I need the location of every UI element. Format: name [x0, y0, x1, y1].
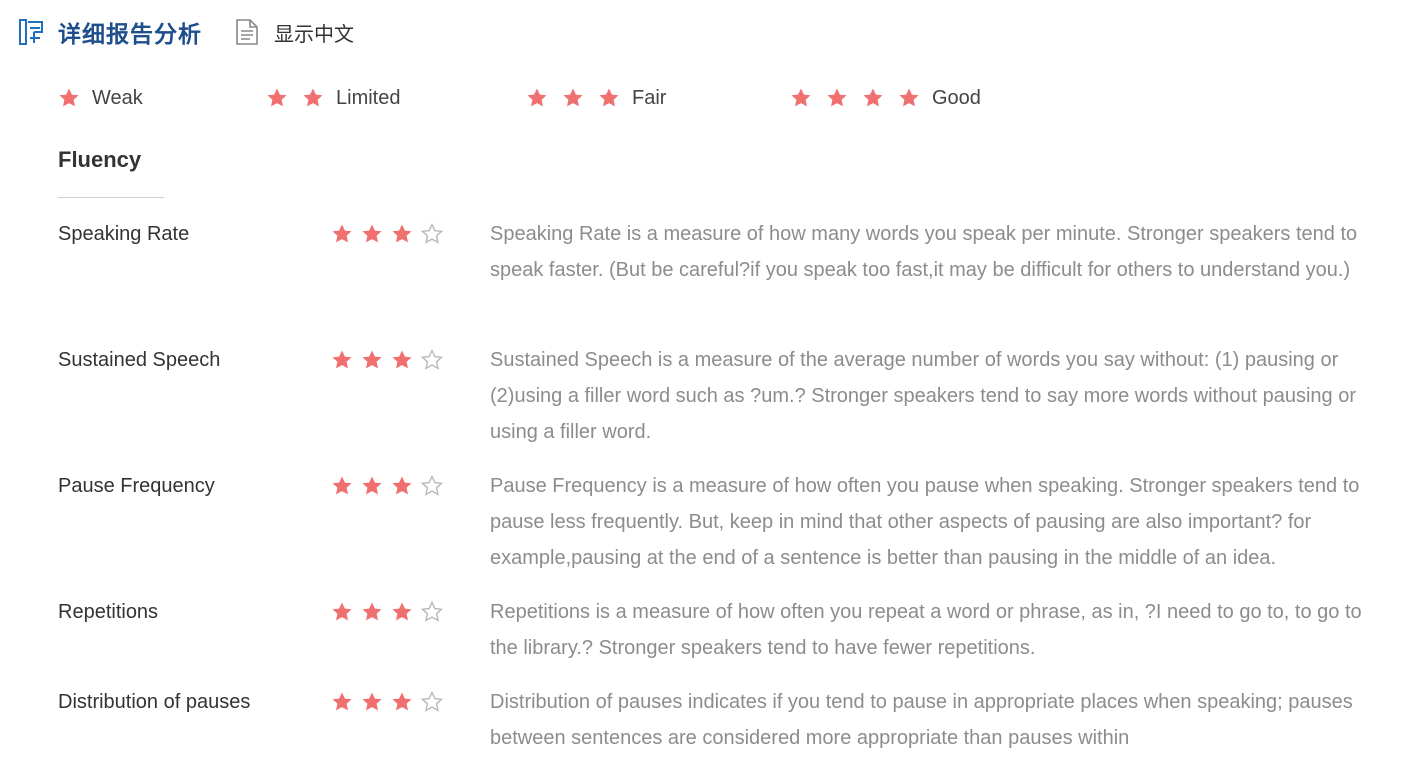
metric-rating	[331, 600, 451, 623]
legend-item-weak: Weak	[58, 84, 143, 112]
metric-description: Sustained Speech is a measure of the ave…	[490, 349, 1356, 443]
star-empty-icon	[420, 474, 444, 497]
metric-rating	[331, 222, 451, 245]
star-empty-icon	[420, 222, 444, 245]
legend-label: Good	[932, 86, 981, 109]
report-page: 详细报告分析 显示中文 Weak Limited Fair Good Fluency …	[0, 0, 1408, 767]
metric-name: Speaking Rate	[58, 223, 190, 245]
report-title: 详细报告分析	[58, 21, 202, 47]
star-empty-icon	[420, 600, 444, 623]
metric-description: Speaking Rate is a measure of how many w…	[490, 223, 1358, 281]
star-filled-icon	[331, 691, 353, 713]
metric-rating	[331, 474, 451, 497]
star-filled-icon	[790, 87, 812, 109]
star-filled-icon	[526, 87, 548, 109]
metric-description: Distribution of pauses indicates if you …	[490, 691, 1353, 749]
star-filled-icon	[266, 87, 288, 109]
metric-name: Pause Frequency	[58, 475, 215, 497]
star-filled-icon	[391, 475, 413, 497]
star-empty-icon	[420, 348, 444, 371]
legend-label: Fair	[632, 86, 667, 109]
star-filled-icon	[361, 349, 383, 371]
legend-item-limited: Limited	[266, 84, 400, 112]
star-filled-icon	[361, 223, 383, 245]
metric-description: Repetitions is a measure of how often yo…	[490, 601, 1362, 659]
legend-label: Limited	[336, 86, 401, 109]
star-filled-icon	[302, 87, 324, 109]
legend-label: Weak	[92, 86, 143, 109]
report-header: 详细报告分析 显示中文	[18, 12, 354, 52]
star-filled-icon	[361, 601, 383, 623]
star-filled-icon	[826, 87, 848, 109]
show-chinese-toggle[interactable]: 显示中文	[234, 18, 354, 47]
star-filled-icon	[391, 601, 413, 623]
metric-name: Distribution of pauses	[58, 691, 251, 713]
legend-item-fair: Fair	[526, 84, 666, 112]
star-empty-icon	[420, 690, 444, 713]
report-icon	[18, 18, 46, 46]
metric-rating	[331, 690, 451, 713]
metric-rating	[331, 348, 451, 371]
star-filled-icon	[598, 87, 620, 109]
section-title-fluency: Fluency	[58, 147, 142, 172]
star-filled-icon	[331, 601, 353, 623]
star-filled-icon	[361, 691, 383, 713]
section-divider	[58, 197, 164, 198]
show-chinese-label: 显示中文	[274, 23, 354, 46]
star-filled-icon	[391, 223, 413, 245]
star-filled-icon	[331, 349, 353, 371]
star-filled-icon	[58, 87, 80, 109]
star-filled-icon	[862, 87, 884, 109]
metric-name: Repetitions	[58, 601, 159, 623]
star-filled-icon	[361, 475, 383, 497]
star-filled-icon	[331, 223, 353, 245]
star-filled-icon	[391, 691, 413, 713]
legend-item-good: Good	[790, 84, 981, 112]
metric-name: Sustained Speech	[58, 349, 221, 371]
star-filled-icon	[562, 87, 584, 109]
star-filled-icon	[391, 349, 413, 371]
star-filled-icon	[898, 87, 920, 109]
document-icon	[234, 18, 260, 46]
star-filled-icon	[331, 475, 353, 497]
metric-description: Pause Frequency is a measure of how ofte…	[490, 475, 1360, 569]
